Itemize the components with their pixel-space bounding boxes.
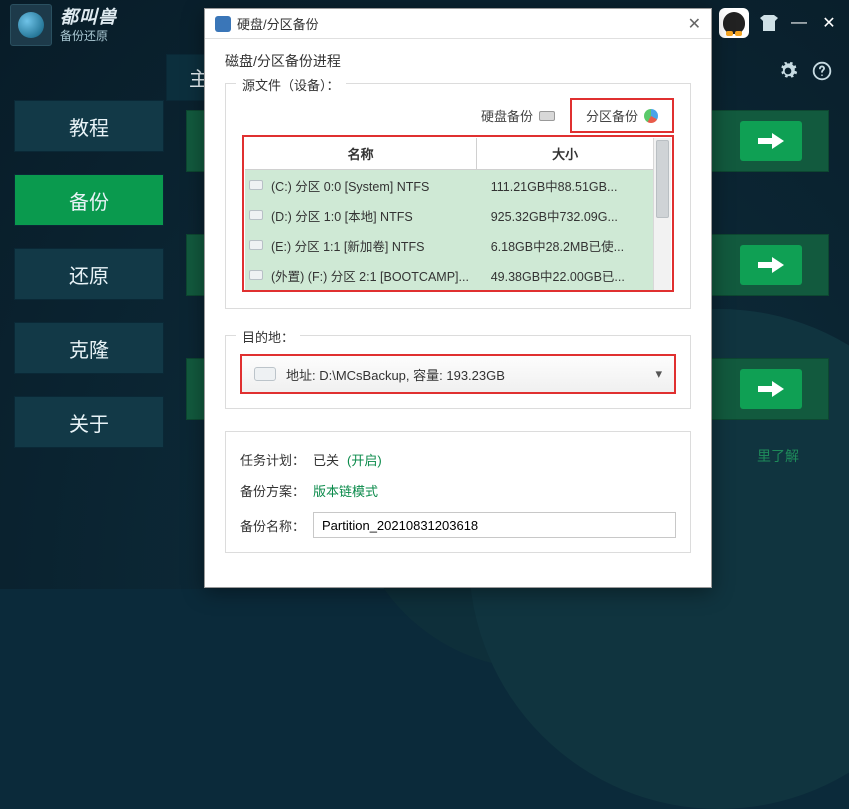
scheme-value-link[interactable]: 版本链模式	[313, 481, 378, 500]
task-schedule-row: 任务计划： 已关 (开启)	[240, 450, 676, 469]
task-toggle-link[interactable]: (开启)	[347, 450, 382, 469]
chevron-down-icon: ▾	[655, 366, 662, 382]
row-size: 925.32GB中732.09G...	[485, 206, 653, 225]
skin-icon[interactable]	[759, 14, 779, 32]
row-name: (外置) (F:) 分区 2:1 [BOOTCAMP]...	[267, 266, 485, 285]
destination-select[interactable]: 地址: D:\MCsBackup, 容量: 193.23GB ▾	[240, 354, 676, 394]
dialog-titlebar: 硬盘/分区备份 ✕	[205, 9, 711, 39]
task-status: 已关	[313, 450, 339, 469]
sidebar: 教程 备份 还原 克隆 关于	[14, 100, 164, 448]
gear-icon[interactable]	[777, 60, 799, 82]
dialog-close-button[interactable]: ✕	[688, 14, 701, 34]
tab-partition-backup[interactable]: 分区备份	[570, 98, 674, 133]
sidebar-item-tutorial[interactable]: 教程	[14, 100, 164, 152]
tab-disk-backup[interactable]: 硬盘备份	[466, 98, 570, 133]
drive-icon	[245, 240, 267, 250]
options-fieldset: 任务计划： 已关 (开启) 备份方案： 版本链模式 备份名称：	[225, 431, 691, 553]
drive-icon	[245, 270, 267, 280]
partition-list: 名称 大小 (C:) 分区 0:0 [System] NTFS 111.21GB…	[242, 135, 674, 292]
backup-dialog: 硬盘/分区备份 ✕ 磁盘/分区备份进程 源文件（设备）： 硬盘备份 分区备份	[204, 8, 712, 588]
app-title: 都叫兽	[60, 7, 117, 29]
backup-name-row: 备份名称：	[240, 512, 676, 538]
list-rows: (C:) 分区 0:0 [System] NTFS 111.21GB中88.51…	[245, 170, 653, 290]
drive-icon	[254, 367, 276, 381]
row-size: 6.18GB中28.2MB已使...	[485, 236, 653, 255]
dialog-title-icon	[215, 16, 231, 32]
task-label: 任务计划：	[240, 450, 305, 469]
proceed-button[interactable]	[740, 369, 802, 409]
partition-icon	[644, 109, 658, 123]
minimize-button[interactable]: —	[789, 13, 809, 33]
column-size: 大小	[477, 138, 653, 169]
row-name: (C:) 分区 0:0 [System] NTFS	[267, 176, 485, 195]
table-row[interactable]: (E:) 分区 1:1 [新加卷] NTFS 6.18GB中28.2MB已使..…	[245, 230, 653, 260]
destination-value: 地址: D:\MCsBackup, 容量: 193.23GB	[286, 365, 505, 384]
app-title-wrap: 都叫兽 备份还原	[60, 7, 117, 43]
window-controls: — ✕	[719, 8, 839, 38]
dialog-section-title: 磁盘/分区备份进程	[225, 51, 691, 71]
proceed-button[interactable]	[740, 245, 802, 285]
sidebar-item-clone[interactable]: 克隆	[14, 322, 164, 374]
backup-name-input[interactable]	[313, 512, 676, 538]
scheme-label: 备份方案：	[240, 481, 305, 500]
list-header: 名称 大小	[245, 138, 653, 170]
close-app-button[interactable]: ✕	[819, 13, 839, 33]
list-scrollbar[interactable]	[653, 138, 671, 290]
sidebar-item-restore[interactable]: 还原	[14, 248, 164, 300]
drive-icon	[245, 180, 267, 190]
row-name: (D:) 分区 1:0 [本地] NTFS	[267, 206, 485, 225]
sidebar-item-backup[interactable]: 备份	[14, 174, 164, 226]
qq-icon[interactable]	[719, 8, 749, 38]
dialog-body: 磁盘/分区备份进程 源文件（设备）： 硬盘备份 分区备份 名称	[205, 39, 711, 587]
row-size: 111.21GB中88.51GB...	[485, 176, 653, 195]
proceed-button[interactable]	[740, 121, 802, 161]
app-subtitle: 备份还原	[60, 29, 117, 43]
disk-icon	[539, 111, 555, 121]
help-icon[interactable]	[811, 60, 833, 82]
table-row[interactable]: (C:) 分区 0:0 [System] NTFS 111.21GB中88.51…	[245, 170, 653, 200]
toolbar-icons	[777, 60, 833, 82]
source-fieldset: 源文件（设备）： 硬盘备份 分区备份 名称 大小	[225, 83, 691, 309]
mode-tabs: 硬盘备份 分区备份	[242, 98, 674, 133]
column-name: 名称	[245, 138, 477, 169]
sidebar-item-about[interactable]: 关于	[14, 396, 164, 448]
table-row[interactable]: (外置) (F:) 分区 2:1 [BOOTCAMP]... 49.38GB中2…	[245, 260, 653, 290]
dialog-title: 硬盘/分区备份	[237, 14, 319, 33]
drive-icon	[245, 210, 267, 220]
tab-disk-label: 硬盘备份	[481, 106, 533, 125]
scheme-row: 备份方案： 版本链模式	[240, 481, 676, 500]
row-size: 49.38GB中22.00GB已...	[485, 266, 653, 285]
destination-legend: 目的地：	[236, 327, 300, 346]
table-row[interactable]: (D:) 分区 1:0 [本地] NTFS 925.32GB中732.09G..…	[245, 200, 653, 230]
backup-name-label: 备份名称：	[240, 516, 305, 535]
tab-partition-label: 分区备份	[586, 106, 638, 125]
app-logo	[10, 4, 52, 46]
row-name: (E:) 分区 1:1 [新加卷] NTFS	[267, 236, 485, 255]
destination-fieldset: 目的地： 地址: D:\MCsBackup, 容量: 193.23GB ▾	[225, 335, 691, 409]
source-label: 源文件（设备）：	[236, 75, 346, 94]
